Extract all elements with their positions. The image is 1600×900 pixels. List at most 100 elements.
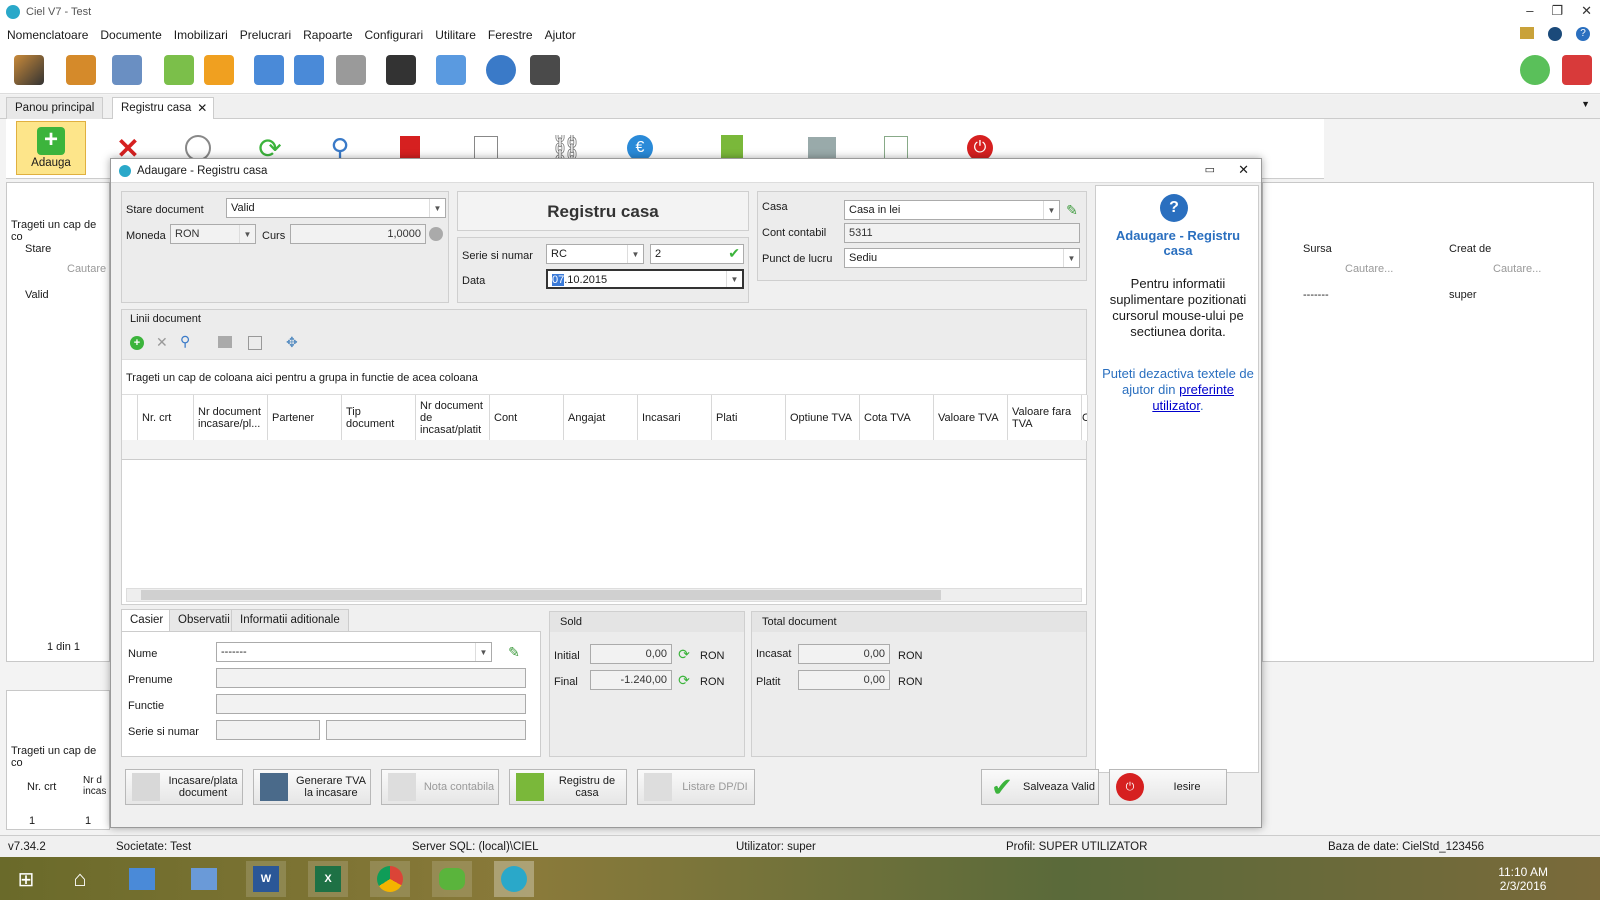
chevron-down-icon[interactable]: ▼: [239, 225, 255, 243]
registru-casa-button[interactable]: Registru de casa: [509, 769, 627, 805]
teamviewer-icon[interactable]: [1548, 27, 1562, 41]
menu-nomenclatoare[interactable]: Nomenclatoare: [7, 28, 88, 42]
menu-configurari[interactable]: Configurari: [365, 28, 424, 42]
col-valoare-tva[interactable]: Valoare TVA: [934, 395, 1008, 441]
ciel-app-icon[interactable]: [494, 861, 534, 897]
incasare-plata-button[interactable]: Incasare/plata document: [125, 769, 243, 805]
functie-input[interactable]: [216, 694, 526, 714]
menu-utilitare[interactable]: Utilitare: [435, 28, 476, 42]
chevron-down-icon[interactable]: ▼: [475, 643, 491, 661]
col-cota-tva[interactable]: Cota TVA: [860, 395, 934, 441]
control-panel-icon[interactable]: [122, 861, 162, 897]
edit-icon[interactable]: ✎: [504, 642, 524, 662]
col-optiune-tva[interactable]: Optiune TVA: [786, 395, 860, 441]
refresh-icon[interactable]: ⟳: [674, 644, 694, 664]
generare-tva-button[interactable]: Generare TVA la incasare: [253, 769, 371, 805]
computer-icon[interactable]: [184, 861, 224, 897]
add-line-icon[interactable]: +: [130, 336, 144, 350]
tab-casier[interactable]: Casier: [121, 609, 173, 631]
salveaza-valid-button[interactable]: ✔ Salveaza Valid: [981, 769, 1099, 805]
cloud-app-icon[interactable]: [432, 861, 472, 897]
close-icon[interactable]: ✕: [1581, 3, 1592, 19]
chevron-down-icon[interactable]: ▼: [627, 245, 643, 263]
menu-imobilizari[interactable]: Imobilizari: [174, 28, 228, 42]
col-partener[interactable]: Partener: [268, 395, 342, 441]
nume-select[interactable]: ------- ▼: [216, 642, 492, 662]
col-nr[interactable]: Nr d incas: [83, 775, 109, 797]
col-nrcrt[interactable]: Nr. crt: [27, 781, 56, 793]
curs-input[interactable]: 1,0000: [290, 224, 426, 244]
col-nr-doc-incasat[interactable]: Nr document de incasat/platit: [416, 395, 490, 441]
move-icon[interactable]: ✥: [286, 334, 298, 351]
chat-icon[interactable]: [1520, 55, 1550, 85]
prenume-input[interactable]: [216, 668, 526, 688]
search-creat[interactable]: Cautare...: [1493, 263, 1541, 275]
tab-observatii[interactable]: Observatii: [169, 609, 239, 631]
row-valid[interactable]: Valid: [25, 289, 49, 301]
upload-icon[interactable]: [254, 55, 284, 85]
stare-select[interactable]: Valid ▼: [226, 198, 446, 218]
col-sursa[interactable]: Sursa: [1303, 243, 1332, 255]
col-plati[interactable]: Plati: [712, 395, 786, 441]
windows-start-icon[interactable]: ⊞: [6, 861, 46, 897]
col-nr-crt[interactable]: Nr. crt: [138, 395, 194, 441]
col-stare[interactable]: Stare: [25, 243, 51, 255]
close-tab-icon[interactable]: ✕: [197, 101, 207, 115]
search-icon[interactable]: ⚲: [180, 333, 190, 350]
printer-icon[interactable]: [436, 55, 466, 85]
chevron-down-icon[interactable]: ▼: [1063, 249, 1079, 267]
cash-register-icon[interactable]: [336, 55, 366, 85]
refresh-icon[interactable]: ⟳: [674, 670, 694, 690]
sync-icon[interactable]: [294, 55, 324, 85]
menu-rapoarte[interactable]: Rapoarte: [303, 28, 352, 42]
check-icon[interactable]: ✔: [728, 245, 740, 262]
system-clock[interactable]: 11:10 AM 2/3/2016: [1498, 865, 1548, 893]
col-tip-document[interactable]: Tip document: [342, 395, 416, 441]
numar-input[interactable]: 2 ✔: [650, 244, 744, 264]
minimize-icon[interactable]: –: [1526, 3, 1533, 19]
close-icon[interactable]: ✕: [1238, 162, 1249, 178]
menu-ajutor[interactable]: Ajutor: [545, 28, 576, 42]
chevron-down-icon[interactable]: ▼: [726, 271, 742, 287]
tab-panou-principal[interactable]: Panou principal: [6, 97, 104, 119]
moneda-select[interactable]: RON ▼: [170, 224, 256, 244]
handshake-icon[interactable]: [14, 55, 44, 85]
iesire-button[interactable]: ⏻ Iesire: [1109, 769, 1227, 805]
export-icon[interactable]: [248, 336, 262, 350]
casa-select[interactable]: Casa in lei ▼: [844, 200, 1060, 220]
numar-casier-input[interactable]: [326, 720, 526, 740]
col-nr-document[interactable]: Nr document incasare/pl...: [194, 395, 268, 441]
col-incasari[interactable]: Incasari: [638, 395, 712, 441]
menu-documente[interactable]: Documente: [100, 28, 161, 42]
help-icon[interactable]: ?: [1576, 27, 1590, 41]
chevron-down-icon[interactable]: ▼: [429, 199, 445, 217]
home-icon[interactable]: ⌂: [60, 861, 100, 897]
wallet-icon[interactable]: [386, 55, 416, 85]
filter-row[interactable]: [122, 440, 1086, 460]
restore-icon[interactable]: ❐: [1551, 3, 1563, 19]
box-icon[interactable]: [66, 55, 96, 85]
menu-ferestre[interactable]: Ferestre: [488, 28, 533, 42]
data-input[interactable]: 07.10.2015 ▼: [546, 269, 744, 289]
col-cont[interactable]: Cont: [490, 395, 564, 441]
mail-icon[interactable]: [1520, 27, 1534, 39]
tab-informatii-aditionale[interactable]: Informatii aditionale: [231, 609, 349, 631]
search-sursa[interactable]: Cautare...: [1345, 263, 1393, 275]
users-icon[interactable]: [112, 55, 142, 85]
chrome-icon[interactable]: [370, 861, 410, 897]
excel-icon[interactable]: X: [308, 861, 348, 897]
scrollbar-thumb[interactable]: [141, 590, 941, 600]
maximize-icon[interactable]: ▭: [1205, 163, 1215, 176]
tab-registru-casa[interactable]: Registru casa ✕: [112, 97, 215, 119]
export-icon[interactable]: [204, 55, 234, 85]
edit-icon[interactable]: ✎: [1062, 200, 1082, 220]
search-placeholder[interactable]: Cautare: [67, 263, 106, 275]
serie-casier-input[interactable]: [216, 720, 320, 740]
col-valoare-fara-tva[interactable]: Valoare fara TVA: [1008, 395, 1082, 441]
col-more[interactable]: C: [1082, 395, 1088, 441]
search-icon[interactable]: [486, 55, 516, 85]
add-button[interactable]: + Adauga: [16, 121, 86, 175]
listare-dp-di-button[interactable]: Listare DP/DI: [637, 769, 755, 805]
print-icon[interactable]: [218, 336, 232, 348]
import-icon[interactable]: [164, 55, 194, 85]
